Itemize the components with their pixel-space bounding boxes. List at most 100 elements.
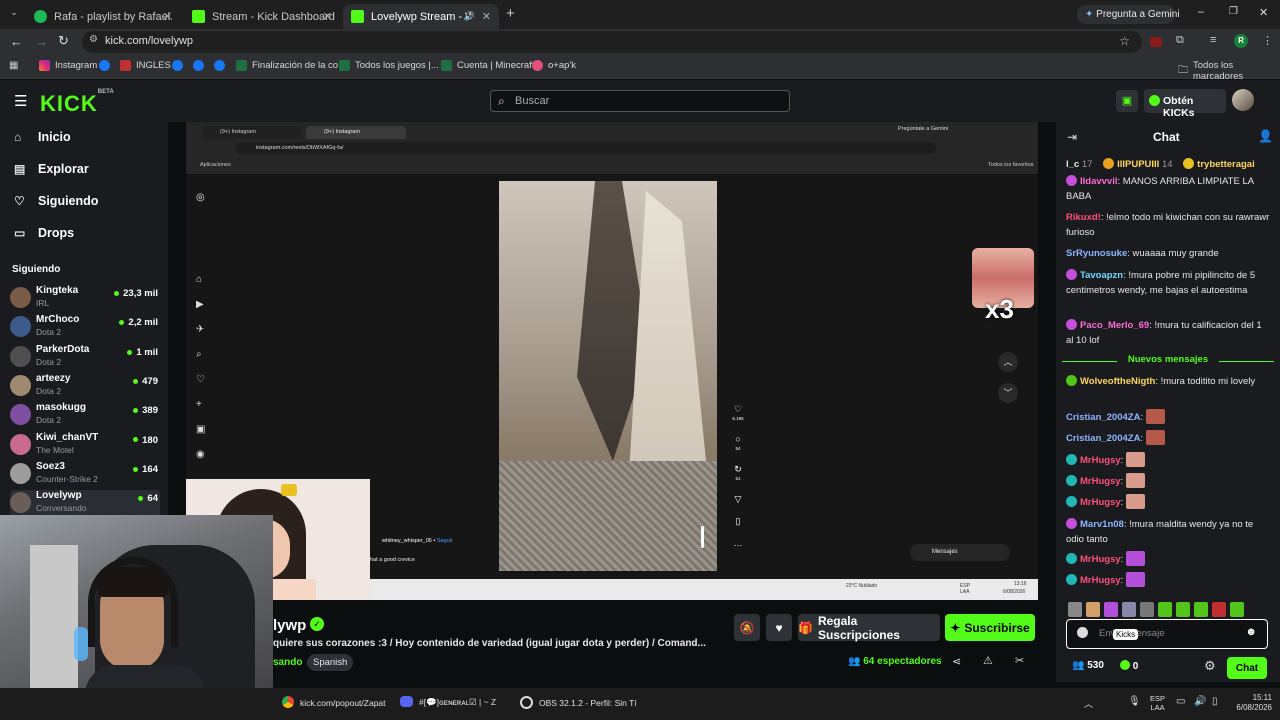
progress-handle[interactable] <box>701 526 704 548</box>
emote-icon[interactable] <box>1212 602 1226 617</box>
emote-icon[interactable] <box>1122 602 1136 617</box>
forward-icon[interactable]: → <box>35 34 48 49</box>
nav-siguiendo[interactable]: ♡ Siguiendo <box>14 194 98 208</box>
subscribe-button[interactable]: ✦ Suscribirse <box>945 614 1035 641</box>
tab-playlist[interactable]: Rafa - playlist by Rafael.xared | ✕ <box>26 4 180 29</box>
new-tab-button[interactable]: + <box>506 5 515 22</box>
menu-icon[interactable]: ☰ <box>14 92 27 110</box>
mic-icon[interactable]: 🎙 <box>1128 696 1141 707</box>
following-channel[interactable]: MrChoco Dota 2 2,2 mil <box>10 314 160 343</box>
network-icon[interactable]: ▭ <box>1176 696 1185 707</box>
new-messages-divider[interactable]: Nuevos mensajes <box>1062 354 1274 368</box>
gift-subs-button[interactable]: 🎁 Regala Suscripciones <box>798 614 940 642</box>
chat-username[interactable]: Cristian_2004ZA <box>1066 433 1140 444</box>
chat-input[interactable]: Enviar mensaje Kicks ☻ <box>1066 619 1268 649</box>
following-channel[interactable]: Soez3 Counter-Strike 2 164 <box>10 461 160 490</box>
close-tab-icon[interactable]: ✕ <box>323 10 332 23</box>
reload-icon[interactable]: ↻ <box>58 33 69 49</box>
taskbar-chrome-item[interactable]: kick.com/popout/Zapat <box>282 696 386 708</box>
nav-inicio[interactable]: ⌂ Inicio <box>14 130 71 144</box>
report-icon[interactable]: ⚠ <box>983 654 993 667</box>
bookmark-facebook[interactable] <box>99 60 115 71</box>
tab-list-button[interactable]: ⌄ <box>6 7 22 21</box>
share-icon[interactable]: ⋖ <box>952 655 961 668</box>
chat-username[interactable]: MrHugsy <box>1080 575 1121 586</box>
address-bar[interactable]: ⚙ kick.com/lovelywp ☆ <box>82 31 1142 53</box>
close-window-button[interactable]: ✕ <box>1259 6 1268 19</box>
battery-icon[interactable]: ▯ <box>1212 696 1218 707</box>
chat-username[interactable]: Cristian_2004ZA <box>1066 412 1140 423</box>
bookmark-finalizacion[interactable]: Finalización de la co... <box>236 60 346 71</box>
minimize-button[interactable]: – <box>1198 6 1204 18</box>
chat-username[interactable]: MrHugsy <box>1080 455 1121 466</box>
category-link[interactable]: sando <box>273 657 302 668</box>
emote-icon[interactable] <box>1194 602 1208 617</box>
audio-icon[interactable]: 🔊 <box>464 11 475 22</box>
taskbar-obs-item[interactable]: OBS 32.1.2 - Perfil: Sin Tí <box>520 696 637 709</box>
close-tab-icon[interactable]: ✕ <box>163 10 172 23</box>
search-input[interactable]: ⌕ Buscar <box>490 90 790 112</box>
chat-username[interactable]: Rikuxd! <box>1066 212 1101 223</box>
bookmark-juegos[interactable]: Todos los juegos |... <box>339 60 439 71</box>
extensions-puzzle-icon[interactable]: ⧉ <box>1176 34 1184 47</box>
following-channel[interactable]: arteezy Dota 2 479 <box>10 373 160 402</box>
bookmark-oapk[interactable]: o+ap'k <box>532 60 576 71</box>
points-display[interactable]: 👥 530 <box>1072 660 1104 671</box>
tray-chevron-icon[interactable]: ︿ <box>1084 697 1093 710</box>
chat-username[interactable]: Paco_Merlo_69 <box>1080 320 1149 331</box>
browser-menu-icon[interactable]: ⋮ <box>1262 34 1273 47</box>
nav-drops[interactable]: ▭ Drops <box>14 226 74 240</box>
chat-username[interactable]: MrHugsy <box>1080 497 1121 508</box>
site-info-icon[interactable]: ⚙ <box>89 34 98 45</box>
chat-username[interactable]: Tavoapzn <box>1080 270 1123 281</box>
emote-icon[interactable] <box>1158 602 1172 617</box>
users-icon[interactable]: 👤 <box>1258 129 1273 143</box>
bookmark-star-icon[interactable]: ☆ <box>1119 34 1130 48</box>
collapse-chat-icon[interactable]: ⇥ <box>1067 130 1077 144</box>
expand-title-icon[interactable]: ⌄ <box>690 638 698 649</box>
emote-icon[interactable] <box>1230 602 1244 617</box>
volume-icon[interactable]: 🔊 <box>1194 696 1206 707</box>
bookmark-facebook-3[interactable] <box>193 60 209 71</box>
profile-avatar[interactable]: R <box>1234 34 1248 48</box>
chat-username[interactable]: Marv1n08 <box>1080 519 1124 530</box>
emote-icon[interactable] <box>1140 602 1154 617</box>
chat-username[interactable]: WolveoftheNigth <box>1080 376 1155 387</box>
extension-icon[interactable] <box>1150 37 1162 47</box>
user-avatar[interactable] <box>1232 89 1254 111</box>
gemini-button[interactable]: ✦ Pregunta a Gemini <box>1077 5 1180 24</box>
streamer-name[interactable]: lywp <box>273 617 306 634</box>
emote-icon[interactable] <box>1086 602 1100 617</box>
reading-list-icon[interactable]: ≡ <box>1210 34 1216 46</box>
chat-username[interactable]: SrRyunosuke <box>1066 248 1127 259</box>
emoji-icon[interactable]: ☻ <box>1245 626 1257 638</box>
tab-dashboard[interactable]: Stream - Kick Dashboard ✕ <box>184 4 340 29</box>
send-chat-button[interactable]: Chat <box>1227 657 1267 679</box>
emote-icon[interactable] <box>1068 602 1082 617</box>
chat-username[interactable]: MrHugsy <box>1080 476 1121 487</box>
kick-logo[interactable]: KICKBETA <box>40 89 114 117</box>
emote-icon[interactable] <box>1104 602 1118 617</box>
bookmark-minecraft[interactable]: Cuenta | Minecraft <box>441 60 534 71</box>
restore-button[interactable]: ❐ <box>1229 6 1238 17</box>
chat-username[interactable]: MrHugsy <box>1080 554 1121 565</box>
close-tab-icon[interactable]: ✕ <box>482 10 491 23</box>
emote-icon[interactable] <box>1176 602 1190 617</box>
dashboard-icon[interactable]: ▣ <box>1116 90 1138 112</box>
language-indicator[interactable]: ESP LAA <box>1150 694 1165 712</box>
bookmarks-folder[interactable]: 🗀 Todos los marcadores <box>1178 60 1280 82</box>
following-channel[interactable]: masokugg Dota 2 389 <box>10 402 160 431</box>
clip-icon[interactable]: ✂ <box>1015 654 1024 667</box>
mute-notifications-button[interactable]: 🔕 <box>734 614 760 641</box>
nav-explorar[interactable]: ▤ Explorar <box>14 162 89 176</box>
following-channel[interactable]: Kingteka IRL 23,3 mil <box>10 285 160 314</box>
apps-grid-icon[interactable]: ▦ <box>9 60 18 71</box>
chat-settings-gear-icon[interactable]: ⚙ <box>1204 658 1216 674</box>
taskbar-discord-item[interactable]: #[💬]ɢᴇɴᴇʀᴀʟ☑ | ~ Z <box>400 696 496 708</box>
clock[interactable]: 15:11 6/08/2026 <box>1226 693 1272 713</box>
tab-lovelywp[interactable]: Lovelywp Stream - Watch L 🔊 ✕ <box>343 4 499 29</box>
kicks-balance[interactable]: 0 <box>1120 660 1138 672</box>
chat-username[interactable]: IIdavvvil <box>1080 176 1118 187</box>
following-channel[interactable]: Kiwi_chanVT The Motel 180 <box>10 432 160 461</box>
bookmark-instagram[interactable]: Instagram <box>39 60 97 71</box>
